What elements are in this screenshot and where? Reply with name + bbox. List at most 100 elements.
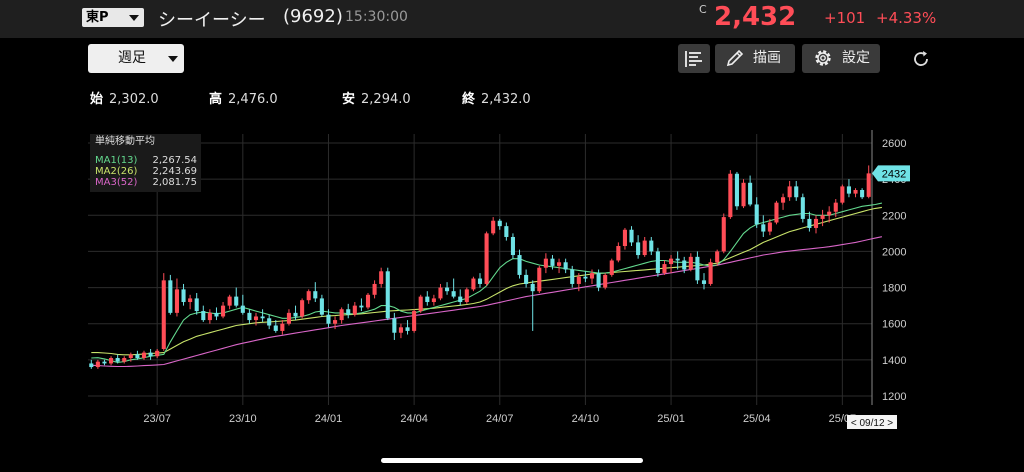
y-tick-label: 1400	[882, 355, 906, 367]
x-tick-label: 24/04	[400, 413, 428, 425]
candle-body	[636, 242, 641, 256]
price-prefix: C	[699, 3, 707, 16]
candle-body	[346, 309, 351, 315]
candle-body	[807, 218, 812, 228]
candle-body	[141, 352, 147, 359]
ohlc-high: 高 2,476.0	[209, 92, 278, 107]
candle-body	[813, 218, 819, 228]
candle-body	[741, 182, 746, 207]
candle-body	[669, 258, 674, 265]
candle-body	[458, 296, 463, 303]
candle-body	[260, 316, 265, 319]
candle-body	[715, 251, 720, 263]
current-price-tag-label: 2432	[882, 168, 906, 180]
candle-body	[109, 358, 114, 364]
period-selector[interactable]: 週足	[88, 44, 184, 73]
candle-body	[629, 229, 634, 243]
market-selector[interactable]: 東P	[82, 8, 144, 27]
candle-body	[530, 283, 535, 292]
candle-body	[497, 220, 502, 227]
price-change: +101	[824, 9, 866, 27]
candle-body	[128, 354, 133, 359]
candle-body	[721, 217, 726, 252]
candle-body	[286, 312, 291, 324]
candle-body	[161, 280, 166, 349]
candle-body	[240, 305, 245, 313]
candle-body	[866, 173, 871, 197]
candle-body	[596, 273, 601, 288]
candle-body	[385, 271, 390, 319]
top-bar: 東P シーイーシー (9692) 15:30:00 C 2,432 +101 +…	[0, 0, 1024, 38]
ma-legend: 単純移動平均 MA1(13) 2,267.54 MA2(26) 2,243.69 M…	[90, 134, 201, 192]
y-tick-label: 1600	[882, 319, 906, 331]
candle-body	[728, 173, 733, 218]
market-label: 東P	[86, 10, 109, 25]
stock-code: (9692)	[283, 6, 343, 27]
ohlc-close: 終 2,432.0	[462, 92, 531, 107]
stock-name: シーイーシー	[158, 10, 266, 31]
candle-body	[675, 258, 680, 261]
candle-body	[827, 211, 832, 216]
home-indicator[interactable]	[381, 458, 643, 463]
candle-body	[115, 358, 120, 362]
candle-body	[794, 186, 799, 198]
candle-body	[319, 298, 324, 315]
x-tick-label: 23/10	[229, 413, 257, 425]
candle-body	[754, 204, 759, 225]
x-tick-label: 23/07	[143, 413, 171, 425]
candle-body	[748, 182, 753, 205]
candle-body	[662, 264, 667, 274]
candle-body	[504, 226, 509, 237]
candle-body	[846, 186, 851, 194]
candle-body	[306, 291, 311, 301]
candle-body	[267, 318, 272, 326]
draw-label: 描画	[753, 50, 781, 66]
settings-button[interactable]: 設定	[802, 44, 880, 73]
current-price: 2,432	[714, 2, 797, 32]
candle-body	[655, 251, 660, 274]
candle-body	[253, 316, 259, 321]
ohlc-open: 始 2,302.0	[90, 92, 159, 107]
candle-body	[833, 202, 838, 212]
candle-body	[247, 312, 252, 321]
candle-body	[339, 309, 344, 321]
candle-body	[418, 296, 423, 312]
legend-title: 単純移動平均	[95, 136, 155, 147]
candle-body	[800, 197, 805, 219]
candle-body	[860, 190, 865, 198]
candle-body	[326, 314, 331, 324]
candle-body	[412, 311, 417, 331]
candle-body	[767, 222, 772, 232]
list-button[interactable]	[678, 44, 710, 73]
candle-body	[280, 323, 285, 331]
candle-body	[642, 240, 647, 256]
draw-button[interactable]: 描画	[715, 44, 795, 73]
list-icon	[685, 51, 702, 67]
candle-body	[207, 312, 212, 321]
candle-body	[148, 352, 153, 357]
candle-body	[543, 258, 548, 268]
candle-body	[445, 287, 450, 292]
candle-body	[181, 289, 186, 303]
candle-body	[557, 262, 562, 266]
candle-body	[102, 361, 107, 364]
candle-body	[708, 262, 713, 284]
candle-body	[853, 190, 858, 194]
refresh-icon[interactable]	[910, 48, 932, 70]
candle-body	[352, 305, 357, 315]
settings-label: 設定	[842, 50, 870, 66]
candle-body	[89, 363, 94, 368]
candle-body	[787, 186, 792, 198]
candle-body	[701, 280, 707, 284]
candle-body	[840, 186, 845, 203]
candle-body	[695, 256, 700, 281]
candle-body	[820, 215, 825, 219]
candle-body	[576, 276, 581, 284]
candle-body	[491, 220, 496, 234]
candle-body	[471, 278, 476, 290]
candle-body	[431, 298, 436, 303]
candle-body	[201, 311, 206, 321]
candle-body	[603, 274, 608, 288]
quote-time: 15:30:00	[345, 9, 408, 25]
candle-body	[95, 361, 100, 368]
